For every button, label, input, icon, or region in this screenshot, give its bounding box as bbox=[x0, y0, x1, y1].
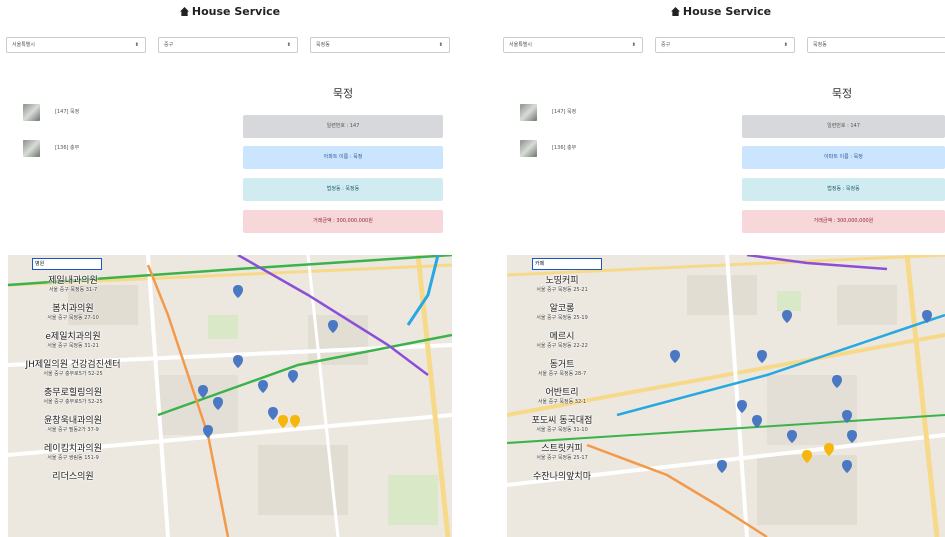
place-item[interactable]: 봄치과의원 서울 중구 묵정동 27-10 bbox=[8, 301, 138, 321]
info-serial: 일련번호 : 147 bbox=[742, 115, 945, 138]
place-address: 서울 중구 묵정동 28-7 bbox=[537, 371, 587, 377]
city-select[interactable]: 서울특별시 ⬍ bbox=[6, 37, 146, 53]
place-address: 서울 중구 묵정동 31-7 bbox=[48, 287, 98, 293]
updown-arrow-icon: ⬍ bbox=[783, 42, 788, 48]
place-name: 리더스의원 bbox=[52, 472, 94, 482]
place-item[interactable]: 제일내과의원 서울 중구 묵정동 31-7 bbox=[8, 273, 138, 293]
dong-select[interactable]: 묵정동 bbox=[807, 37, 945, 53]
place-item[interactable]: 어반트리 서울 중구 묵정동 32-1 bbox=[507, 385, 617, 405]
place-list: 노띵커피 서울 중구 묵정동 25-21 알코롱 서울 중구 묵정동 25-19… bbox=[507, 273, 617, 482]
place-address: 서울 중구 묵정동 25-21 bbox=[536, 287, 588, 293]
place-item[interactable]: 알코롱 서울 중구 묵정동 25-19 bbox=[507, 301, 617, 321]
left-screen: House Service 서울특별시 ⬍ 중구 ⬍ 묵정동 ⬍ [147] 묵정 [… bbox=[0, 0, 460, 537]
place-name: 레이킴치과의원 bbox=[44, 444, 102, 454]
place-address: 서울 중구 필동2가 37-9 bbox=[47, 427, 99, 433]
updown-arrow-icon: ⬍ bbox=[438, 42, 443, 48]
place-name: 제일내과의원 bbox=[48, 276, 98, 286]
place-item[interactable]: 노띵커피 서울 중구 묵정동 25-21 bbox=[507, 273, 617, 293]
district-select[interactable]: 중구 ⬍ bbox=[158, 37, 298, 53]
house-icon bbox=[179, 7, 189, 16]
place-address: 서울 중구 묵정동 31-21 bbox=[47, 343, 99, 349]
map-view[interactable]: 카페 노띵커피 서울 중구 묵정동 25-21 알코롱 서울 중구 묵정동 25… bbox=[507, 255, 945, 537]
detail-title: 묵정 bbox=[831, 87, 853, 100]
place-address: 서울 중구 묵정동 32-1 bbox=[537, 399, 587, 405]
region-selects: 서울특별시 ⬍ 중구 ⬍ 묵정동 ⬍ bbox=[6, 37, 454, 53]
place-name: 어반트리 bbox=[545, 388, 579, 398]
place-item[interactable]: 스트릿커피 서울 중구 묵정동 25-17 bbox=[507, 441, 617, 461]
place-item[interactable]: 수잔나의앞치마 bbox=[507, 469, 617, 482]
place-item[interactable]: 메르시 서울 중구 묵정동 22-22 bbox=[507, 329, 617, 349]
updown-arrow-icon: ⬍ bbox=[134, 42, 139, 48]
app-brand[interactable]: House Service bbox=[0, 5, 460, 18]
map-search-value: 카페 bbox=[535, 261, 545, 267]
place-address: 서울 중구 묵정동 22-22 bbox=[536, 343, 588, 349]
place-name: 알코롱 bbox=[549, 304, 575, 314]
region-selects: 서울특별시 ⬍ 중구 ⬍ 묵정동 bbox=[503, 37, 945, 53]
place-item[interactable]: JH제일의원 건강검진센터 서울 중구 충무로5가 52-25 bbox=[8, 357, 138, 377]
info-legal-dong: 법정동 : 묵정동 bbox=[243, 178, 443, 201]
place-name: e제일치과의원 bbox=[45, 332, 101, 342]
place-name: 포도씨 동국대점 bbox=[531, 416, 593, 426]
place-item[interactable]: 충무로힐링의원 서울 중구 충무로5가 52-25 bbox=[8, 385, 138, 405]
place-address: 서울 중구 충무로5가 52-25 bbox=[43, 371, 103, 377]
apt-thumbnail bbox=[520, 104, 537, 121]
apt-thumbnail bbox=[520, 140, 537, 157]
map-view[interactable]: 병원 제일내과의원 서울 중구 묵정동 31-7 봄치과의원 서울 중구 묵정동… bbox=[8, 255, 452, 537]
info-price: 거래금액 : 300,000,000원 bbox=[243, 210, 443, 233]
place-address: 서울 중구 쌍림동 151-9 bbox=[47, 455, 99, 461]
updown-arrow-icon: ⬍ bbox=[286, 42, 291, 48]
updown-arrow-icon: ⬍ bbox=[631, 42, 636, 48]
info-serial: 일련번호 : 147 bbox=[243, 115, 443, 138]
place-list: 제일내과의원 서울 중구 묵정동 31-7 봄치과의원 서울 중구 묵정동 27… bbox=[8, 273, 138, 482]
apt-list-label: [147] 묵정 bbox=[552, 109, 577, 115]
place-name: 봄치과의원 bbox=[52, 304, 94, 314]
place-name: 윤창욱내과의원 bbox=[44, 416, 102, 426]
info-apt-name: 아파트 이름 : 묵정 bbox=[742, 146, 945, 169]
place-address: 서울 중구 묵정동 27-10 bbox=[47, 315, 99, 321]
city-select-value: 서울특별시 bbox=[12, 42, 36, 48]
place-item[interactable]: 레이킴치과의원 서울 중구 쌍림동 151-9 bbox=[8, 441, 138, 461]
map-search-input[interactable]: 카페 bbox=[532, 258, 602, 270]
district-select[interactable]: 중구 ⬍ bbox=[655, 37, 795, 53]
house-icon bbox=[670, 7, 680, 16]
apt-thumbnail bbox=[23, 140, 40, 157]
detail-title: 묵정 bbox=[332, 87, 354, 100]
apt-list-label: [136] 충무 bbox=[552, 145, 577, 151]
apt-list-label: [147] 묵정 bbox=[55, 109, 80, 115]
place-name: 메르시 bbox=[549, 332, 575, 342]
place-address: 서울 중구 충무로5가 52-25 bbox=[43, 399, 103, 405]
dong-select[interactable]: 묵정동 ⬍ bbox=[310, 37, 450, 53]
place-item[interactable]: 리더스의원 bbox=[8, 469, 138, 482]
right-screen: House Service 서울특별시 ⬍ 중구 ⬍ 묵정동 [147] 묵정 [1… bbox=[497, 0, 945, 537]
place-address: 서울 중구 묵정동 31-10 bbox=[536, 427, 588, 433]
place-item[interactable]: 동거트 서울 중구 묵정동 28-7 bbox=[507, 357, 617, 377]
place-name: 동거트 bbox=[549, 360, 575, 370]
dong-select-value: 묵정동 bbox=[813, 42, 827, 48]
place-address: 서울 중구 묵정동 25-19 bbox=[536, 315, 588, 321]
app-title: House Service bbox=[191, 5, 281, 18]
place-item[interactable]: 윤창욱내과의원 서울 중구 필동2가 37-9 bbox=[8, 413, 138, 433]
map-search-input[interactable]: 병원 bbox=[32, 258, 102, 270]
place-name: 노띵커피 bbox=[545, 276, 579, 286]
place-item[interactable]: e제일치과의원 서울 중구 묵정동 31-21 bbox=[8, 329, 138, 349]
map-search-value: 병원 bbox=[35, 261, 45, 267]
place-name: JH제일의원 건강검진센터 bbox=[25, 360, 121, 370]
apt-thumbnail bbox=[23, 104, 40, 121]
dong-select-value: 묵정동 bbox=[316, 42, 330, 48]
place-name: 수잔나의앞치마 bbox=[533, 472, 591, 482]
info-apt-name: 아파트 이름 : 묵정 bbox=[243, 146, 443, 169]
info-price: 거래금액 : 300,000,000원 bbox=[742, 210, 945, 233]
app-title: House Service bbox=[682, 5, 772, 18]
place-name: 스트릿커피 bbox=[541, 444, 583, 454]
place-name: 충무로힐링의원 bbox=[44, 388, 102, 398]
city-select[interactable]: 서울특별시 ⬍ bbox=[503, 37, 643, 53]
district-select-value: 중구 bbox=[164, 42, 174, 48]
place-address: 서울 중구 묵정동 25-17 bbox=[536, 455, 588, 461]
city-select-value: 서울특별시 bbox=[509, 42, 533, 48]
apt-list-label: [136] 충무 bbox=[55, 145, 80, 151]
place-item[interactable]: 포도씨 동국대점 서울 중구 묵정동 31-10 bbox=[507, 413, 617, 433]
app-brand[interactable]: House Service bbox=[497, 5, 945, 18]
district-select-value: 중구 bbox=[661, 42, 671, 48]
info-legal-dong: 법정동 : 묵정동 bbox=[742, 178, 945, 201]
